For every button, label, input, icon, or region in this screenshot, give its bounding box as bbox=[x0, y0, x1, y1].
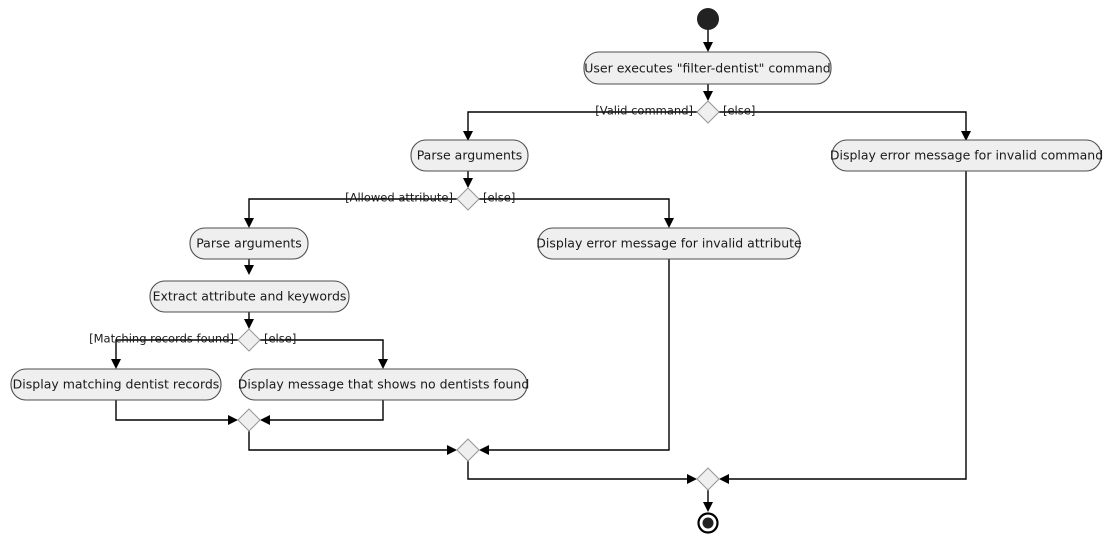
arrow-decision2-allowed-to-parse2 bbox=[244, 218, 254, 228]
arrow-parse2-to-extract bbox=[244, 265, 254, 275]
command-validity-decision bbox=[696, 100, 720, 124]
arrow-command-merge-to-end bbox=[703, 502, 713, 512]
edge-invalid-attribute-to-attribute-merge bbox=[482, 258, 670, 451]
activity-parse-arguments-1-label: Parse arguments bbox=[417, 148, 523, 163]
activity-parse-arguments-2[interactable]: Parse arguments bbox=[189, 227, 309, 260]
activity-no-dentists-label: Display message that shows no dentists f… bbox=[238, 377, 530, 392]
edge-matching-records-to-records-merge bbox=[115, 399, 235, 421]
edge-no-dentists-to-records-merge bbox=[263, 399, 384, 421]
end-node bbox=[697, 512, 719, 534]
activity-matching-records-label: Display matching dentist records bbox=[13, 377, 220, 392]
arrow-no-dentists-to-records-merge bbox=[260, 415, 270, 425]
arrow-user-executes-to-decision1 bbox=[703, 91, 713, 101]
arrow-invalid-attribute-to-attribute-merge bbox=[479, 445, 489, 455]
arrow-decision3-match-to-matching-records bbox=[111, 359, 121, 369]
edge-decision1-else-to-invalid-command bbox=[718, 111, 967, 138]
arrow-decision3-else-to-no-dentists bbox=[378, 359, 388, 369]
guard-allowed-attribute-else: [else] bbox=[483, 191, 515, 205]
activity-invalid-attribute[interactable]: Display error message for invalid attrib… bbox=[536, 227, 802, 260]
activity-extract-attribute[interactable]: Extract attribute and keywords bbox=[149, 280, 350, 313]
activity-invalid-command-label: Display error message for invalid comman… bbox=[830, 148, 1103, 163]
edge-attribute-merge-to-command-merge bbox=[467, 460, 694, 480]
activity-invalid-attribute-label: Display error message for invalid attrib… bbox=[536, 236, 802, 251]
attribute-validity-decision bbox=[456, 187, 480, 211]
arrow-parse1-to-decision2 bbox=[463, 178, 473, 188]
guard-matching-records-else: [else] bbox=[264, 332, 296, 346]
edge-invalid-command-to-command-merge bbox=[722, 170, 967, 480]
command-merge bbox=[696, 467, 720, 491]
arrow-decision2-else-to-invalid-attribute bbox=[664, 218, 674, 228]
edge-records-merge-to-attribute-merge bbox=[248, 430, 454, 451]
activity-parse-arguments-2-label: Parse arguments bbox=[196, 236, 302, 251]
records-merge bbox=[237, 408, 261, 432]
arrow-start-to-user-executes bbox=[703, 42, 713, 52]
guard-valid-command: [Valid command] bbox=[595, 104, 693, 118]
activity-no-dentists[interactable]: Display message that shows no dentists f… bbox=[238, 368, 530, 401]
arrow-invalid-command-to-command-merge bbox=[719, 474, 729, 484]
arrow-attribute-merge-to-command-merge bbox=[687, 474, 697, 484]
activity-parse-arguments-1[interactable]: Parse arguments bbox=[410, 139, 529, 172]
activity-user-executes-label: User executes "filter-dentist" command bbox=[584, 61, 831, 76]
arrow-records-merge-to-attribute-merge bbox=[447, 445, 457, 455]
attribute-merge bbox=[456, 438, 480, 462]
arrow-extract-to-decision3 bbox=[244, 319, 254, 329]
edges-layer bbox=[111, 29, 971, 512]
records-found-decision bbox=[237, 328, 261, 352]
guard-allowed-attribute: [Allowed attribute] bbox=[345, 191, 453, 205]
activity-diagram: User executes "filter-dentist" command [… bbox=[0, 0, 1113, 544]
start-node bbox=[697, 8, 719, 30]
activity-user-executes[interactable]: User executes "filter-dentist" command bbox=[583, 51, 832, 85]
guard-valid-command-else: [else] bbox=[723, 104, 755, 118]
guard-matching-records-found: [Matching records found] bbox=[89, 332, 234, 346]
activity-invalid-command[interactable]: Display error message for invalid comman… bbox=[830, 139, 1103, 172]
end-node-inner-dot bbox=[702, 517, 714, 529]
activity-matching-records[interactable]: Display matching dentist records bbox=[10, 368, 222, 401]
arrow-matching-records-to-records-merge bbox=[228, 415, 238, 425]
activity-extract-attribute-label: Extract attribute and keywords bbox=[153, 289, 347, 304]
